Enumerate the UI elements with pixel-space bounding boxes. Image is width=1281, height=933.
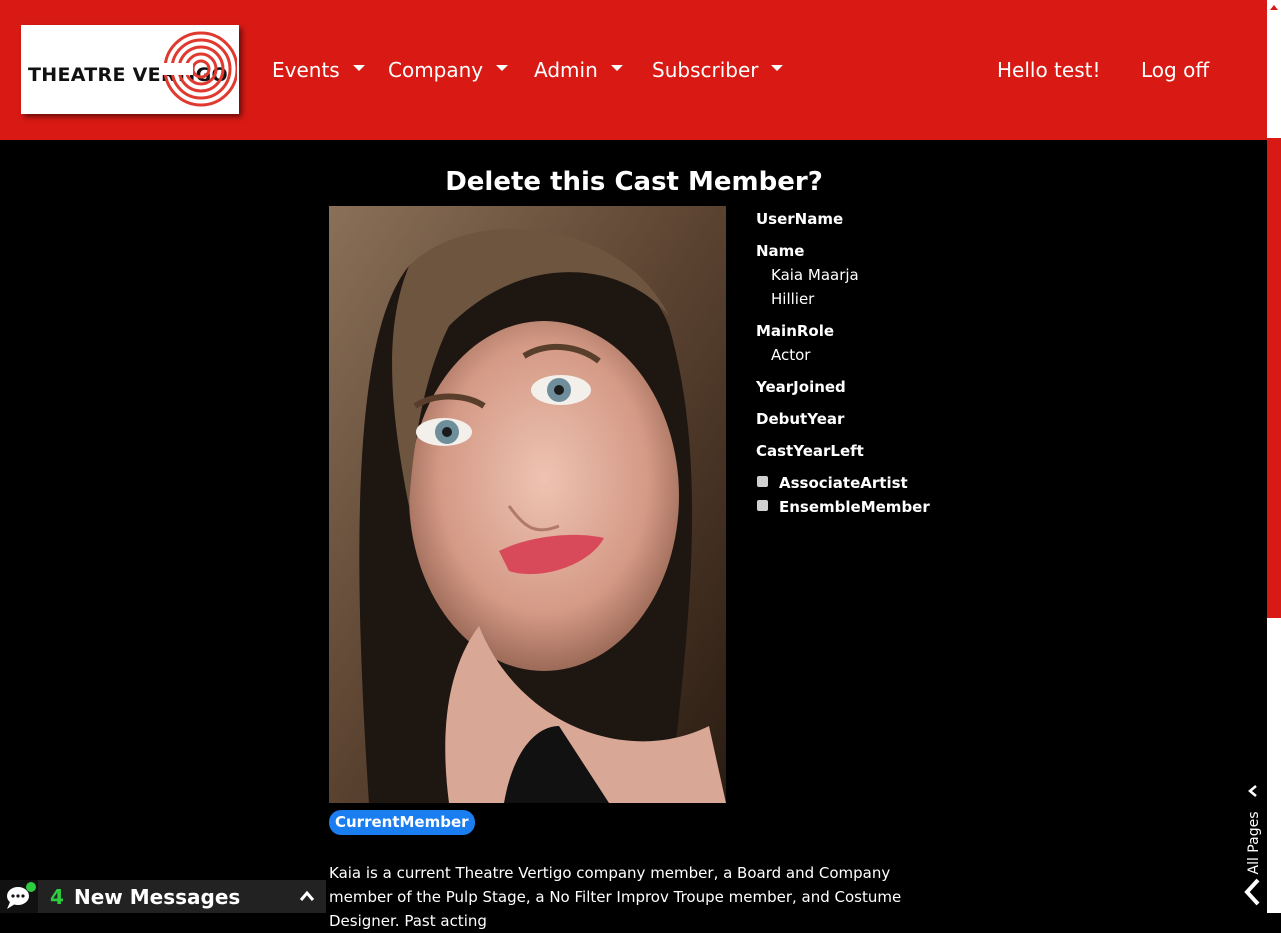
new-messages-label: New Messages xyxy=(74,885,241,909)
yearjoined-label: YearJoined xyxy=(756,378,846,396)
mainrole-label: MainRole xyxy=(756,322,835,340)
caret-down-icon xyxy=(496,65,509,71)
current-member-badge: CurrentMember xyxy=(329,810,475,835)
nav-events-dropdown[interactable]: Events xyxy=(272,58,365,82)
all-pages-label: All Pages xyxy=(1246,811,1262,875)
logoff-link[interactable]: Log off xyxy=(1141,58,1209,82)
chevron-left-small-icon xyxy=(1248,785,1257,797)
mainrole-value: Actor xyxy=(771,346,811,364)
spiral-icon xyxy=(161,31,237,107)
page-scrollbar[interactable] xyxy=(1267,0,1281,913)
hello-user-link[interactable]: Hello test! xyxy=(997,58,1100,82)
page-title: Delete this Cast Member? xyxy=(445,167,823,197)
chat-bubble-icon xyxy=(0,880,38,913)
all-pages-side-tab[interactable]: All Pages xyxy=(1240,775,1266,913)
ensemble-member-checkbox[interactable] xyxy=(757,500,768,511)
nav-events-label: Events xyxy=(272,58,340,82)
bio-text: Kaia is a current Theatre Vertigo compan… xyxy=(329,864,902,930)
debutyear-label: DebutYear xyxy=(756,410,845,428)
caret-down-icon xyxy=(610,65,623,71)
nav-admin-dropdown[interactable]: Admin xyxy=(534,58,623,82)
scroll-thumb[interactable] xyxy=(1267,138,1281,618)
chevron-left-large-icon[interactable] xyxy=(1241,877,1263,907)
scroll-up-arrow-icon[interactable] xyxy=(1270,5,1278,10)
new-messages-bar[interactable]: 4 New Messages xyxy=(0,880,326,913)
name-first-value: Kaia Maarja xyxy=(771,266,859,284)
cast-member-photo xyxy=(329,206,726,803)
nav-company-dropdown[interactable]: Company xyxy=(388,58,509,82)
new-messages-count: 4 xyxy=(50,885,64,909)
caret-down-icon xyxy=(352,65,365,71)
navbar: THEATRE VERTIGO Events Company Admin Sub… xyxy=(0,0,1267,140)
nav-subscriber-dropdown[interactable]: Subscriber xyxy=(652,58,784,82)
name-last-value: Hillier xyxy=(771,290,815,308)
ensemble-member-label: EnsembleMember xyxy=(779,498,930,516)
username-label: UserName xyxy=(756,210,844,228)
nav-subscriber-label: Subscriber xyxy=(652,58,759,82)
theatre-vertigo-logo[interactable]: THEATRE VERTIGO xyxy=(21,25,239,114)
name-label: Name xyxy=(756,242,805,260)
caret-down-icon xyxy=(771,65,784,71)
chevron-up-icon[interactable] xyxy=(299,889,315,903)
associate-artist-label: AssociateArtist xyxy=(779,474,908,492)
online-status-dot xyxy=(26,882,36,892)
associate-artist-checkbox[interactable] xyxy=(757,476,768,487)
castyearleft-label: CastYearLeft xyxy=(756,442,864,460)
nav-admin-label: Admin xyxy=(534,58,598,82)
nav-company-label: Company xyxy=(388,58,484,82)
